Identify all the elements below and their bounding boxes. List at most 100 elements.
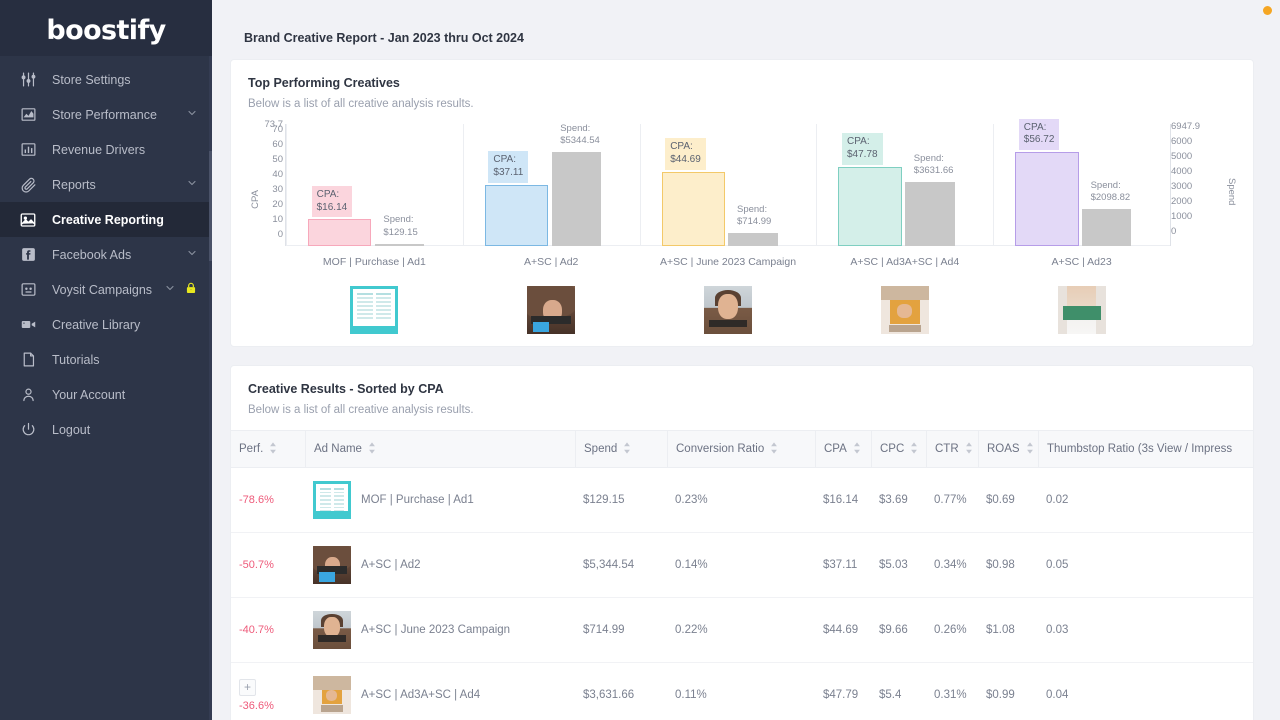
row-thumbnail[interactable]: [313, 481, 351, 519]
column-header-label: Conversion Ratio: [676, 443, 765, 455]
sidebar-item-label: Creative Reporting: [52, 212, 164, 227]
creative-thumbnail[interactable]: [527, 286, 576, 334]
sidebar-nav: Store Settings Store Performance Revenue D…: [0, 56, 212, 447]
spend-bar[interactable]: [728, 233, 778, 246]
chevron-down-icon[interactable]: [182, 177, 198, 192]
chevron-down-icon[interactable]: [182, 107, 198, 122]
column-header-label: CPC: [880, 443, 905, 455]
column-header-ctr[interactable]: CTR: [926, 431, 978, 467]
y2-axis-tick: 1000: [1171, 211, 1193, 222]
page-title: Brand Creative Report - Jan 2023 thru Oc…: [244, 31, 524, 45]
column-header-cpa[interactable]: CPA: [815, 431, 871, 467]
column-header-perf[interactable]: Perf.: [231, 431, 305, 467]
cpa-bar-label: CPA: $37.11: [488, 150, 529, 183]
y2-axis-tick: 4000: [1171, 166, 1193, 177]
sort-icon[interactable]: [362, 441, 376, 457]
brand-logo[interactable]: boostify: [0, 0, 212, 56]
sort-icon[interactable]: [617, 441, 631, 457]
sidebar-item-label: Store Performance: [52, 107, 157, 122]
sidebar-item-your-account[interactable]: Your Account: [0, 377, 212, 412]
sort-icon[interactable]: [263, 441, 277, 457]
sidebar-item-creative-library[interactable]: Creative Library: [0, 307, 212, 342]
creative-thumbnail[interactable]: [704, 286, 752, 334]
sidebar-item-reports[interactable]: Reports: [0, 167, 212, 202]
table-row[interactable]: -50.7% A+SC | Ad2 $5,344.54 0.14% $37.11 $5.0…: [231, 533, 1253, 598]
sort-icon[interactable]: [959, 441, 973, 457]
column-header-name[interactable]: Ad Name: [305, 431, 575, 467]
cell-cpa: $44.69: [823, 624, 859, 636]
column-header-spend[interactable]: Spend: [575, 431, 667, 467]
cell-roas: $1.08: [986, 624, 1015, 636]
top-performing-creatives-card: Top Performing Creatives Below is a list…: [230, 59, 1254, 347]
creative-thumbnail[interactable]: [880, 286, 929, 334]
creative-thumbnail[interactable]: [1057, 286, 1106, 334]
cell-ad-name: A+SC | Ad3A+SC | Ad4: [305, 663, 575, 720]
y2-axis-label: Spend: [1226, 178, 1237, 206]
perf-value: -78.6%: [239, 494, 274, 506]
sidebar-item-creative-reporting[interactable]: Creative Reporting: [0, 202, 212, 237]
sidebar-item-logout[interactable]: Logout: [0, 412, 212, 447]
row-thumbnail[interactable]: [313, 676, 351, 714]
cell-cpa: $37.11: [823, 559, 858, 571]
sidebar-item-revenue-drivers[interactable]: Revenue Drivers: [0, 132, 212, 167]
cpa-bar[interactable]: [484, 184, 549, 246]
sidebar-item-store-settings[interactable]: Store Settings: [0, 62, 212, 97]
sidebar-item-facebook-ads[interactable]: Facebook Ads: [0, 237, 212, 272]
row-thumbnail[interactable]: [313, 546, 351, 584]
cell-perf: + -36.6%: [231, 663, 305, 720]
user-icon: [18, 385, 38, 405]
sort-icon[interactable]: [764, 441, 778, 457]
cell-ctr: 0.77%: [934, 494, 967, 506]
sort-icon[interactable]: [1020, 441, 1034, 457]
y2-axis-tick: 3000: [1171, 181, 1193, 192]
sidebar-item-label: Logout: [52, 422, 91, 437]
spend-bar[interactable]: [374, 243, 425, 246]
column-header-roas[interactable]: ROAS: [978, 431, 1038, 467]
expand-row-button[interactable]: +: [239, 678, 256, 696]
cell-ad-name: A+SC | June 2023 Campaign: [305, 598, 575, 662]
ad-name-label: A+SC | June 2023 Campaign: [361, 624, 511, 636]
sidebar-item-tutorials[interactable]: Tutorials: [0, 342, 212, 377]
notification-dot-icon[interactable]: [1263, 6, 1272, 15]
spend-label-line: Spend:: [913, 152, 944, 164]
column-header-conv[interactable]: Conversion Ratio: [667, 431, 815, 467]
creatives-bar-chart: CPA Spend 73.7 70 60 50 40 30 20 10 0 6947.9 6000…: [241, 118, 1243, 334]
sidebar-item-label: Facebook Ads: [52, 247, 132, 262]
table-row[interactable]: + -36.6% A+SC | Ad3A+SC | Ad4 $3,631.66 0.11…: [231, 663, 1253, 720]
cell-perf: -40.7%: [231, 598, 305, 662]
spend-bar[interactable]: [551, 152, 601, 246]
spend-bar[interactable]: [1082, 209, 1132, 246]
cpa-bar[interactable]: [308, 219, 372, 246]
cpa-bar[interactable]: [838, 166, 902, 246]
perf-value: -36.6%: [239, 699, 274, 712]
sort-icon[interactable]: [847, 441, 861, 457]
cpa-bar[interactable]: [661, 172, 725, 246]
y-axis-ticks: 73.7 70 60 50 40 30 20 10 0: [255, 118, 284, 248]
sidebar-item-voysit-campaigns[interactable]: Voysit Campaigns: [0, 272, 212, 307]
spend-label-line: Spend:: [560, 122, 591, 134]
chevron-down-icon[interactable]: [160, 282, 176, 297]
paperclip-icon: [18, 175, 38, 195]
cpa-label-line: $16.14: [316, 201, 348, 213]
sliders-icon: [18, 70, 38, 90]
spend-bar-label: Spend: $5344.54: [555, 120, 605, 150]
table-row[interactable]: -40.7% A+SC | June 2023 Campaign $714.99 0.…: [231, 598, 1253, 663]
area-chart-icon: [18, 105, 38, 125]
sidebar-item-label: Voysit Campaigns: [52, 282, 153, 297]
perf-value: -50.7%: [239, 559, 274, 571]
sidebar-item-label: Store Settings: [52, 72, 131, 87]
spend-bar[interactable]: [905, 182, 955, 246]
results-card-header: Creative Results - Sorted by CPA Below i…: [231, 366, 1253, 416]
spend-bar-label: Spend: $129.15: [378, 211, 422, 241]
sidebar-item-store-performance[interactable]: Store Performance: [0, 97, 212, 132]
column-header-cpc[interactable]: CPC: [871, 431, 926, 467]
chart-group: CPA: $56.72 Spend: $2098.82: [993, 118, 1170, 246]
cpa-bar[interactable]: [1015, 152, 1079, 246]
creative-thumbnail[interactable]: [350, 286, 399, 334]
creative-thumbnail-strip: [286, 286, 1170, 334]
sort-icon[interactable]: [904, 441, 918, 457]
table-row[interactable]: -78.6% MOF | Purchase | Ad1 $129.15 0.23% $1…: [231, 468, 1253, 533]
row-thumbnail[interactable]: [313, 611, 351, 649]
spend-label-line: Spend:: [383, 214, 414, 226]
chevron-down-icon[interactable]: [182, 247, 198, 262]
